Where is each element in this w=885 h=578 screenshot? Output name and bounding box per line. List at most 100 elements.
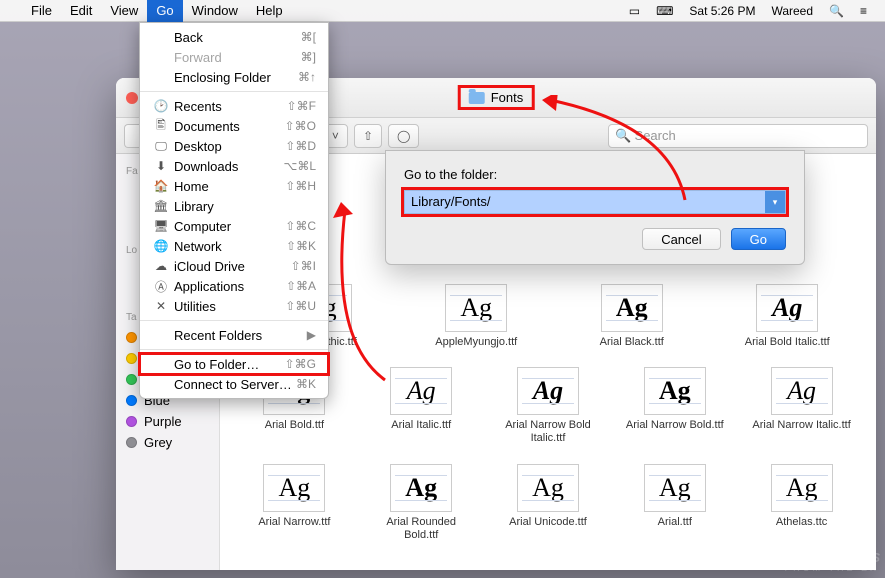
tags-button[interactable]: ◯ — [388, 124, 419, 148]
font-file[interactable]: AgArial Italic.ttf — [362, 367, 481, 445]
window-title-text: Fonts — [491, 90, 524, 105]
font-file[interactable]: Ag Arial Unicode.ttf — [489, 464, 608, 542]
tag-dot-icon — [126, 416, 137, 427]
font-file[interactable]: Ag AppleMyungjo.ttf — [403, 284, 551, 349]
font-preview-icon: Ag — [517, 464, 579, 512]
font-preview-icon: Ag — [756, 284, 818, 332]
dialog-label: Go to the folder: — [404, 167, 786, 182]
font-file[interactable]: Ag Arial Narrow.ttf — [235, 464, 354, 542]
share-button[interactable]: ⇧ — [354, 124, 382, 148]
font-preview-icon: Ag — [644, 367, 706, 415]
menu-item-library[interactable]: 🏛Library — [140, 196, 328, 216]
menu-edit[interactable]: Edit — [61, 0, 101, 22]
sidebar-tag[interactable]: Purple — [116, 411, 219, 432]
menu-item-network[interactable]: 🌐Network⇧⌘K — [140, 236, 328, 256]
clock-icon: 🕑 — [152, 99, 170, 113]
menu-file[interactable]: File — [22, 0, 61, 22]
font-preview-icon: Ag — [263, 464, 325, 512]
airplay-icon[interactable]: ▭ — [621, 4, 648, 18]
menu-item-documents[interactable]: 🖺Documents⇧⌘O — [140, 116, 328, 136]
go-button[interactable]: Go — [731, 228, 786, 250]
tag-dot-icon — [126, 395, 137, 406]
font-preview-icon: Ag — [644, 464, 706, 512]
font-preview-icon: Ag — [601, 284, 663, 332]
library-icon: 🏛 — [152, 199, 170, 213]
menu-item-applications[interactable]: ⒶApplications⇧⌘A — [140, 276, 328, 296]
dropdown-icon[interactable]: ▾ — [765, 191, 785, 213]
clock[interactable]: Sat 5:26 PM — [681, 4, 763, 18]
font-file[interactable]: Ag Arial Bold Italic.ttf — [714, 284, 862, 349]
font-preview-icon: Ag — [771, 464, 833, 512]
file-name: Arial Narrow Bold.ttf — [626, 419, 724, 432]
font-preview-icon: Ag — [771, 367, 833, 415]
notification-icon[interactable]: ≡ — [852, 4, 875, 18]
user-menu[interactable]: Wareed — [763, 4, 821, 18]
file-name: Arial Black.ttf — [600, 336, 664, 349]
menu-item-back[interactable]: Back⌘[ — [140, 27, 328, 47]
computer-icon: 🖥 — [152, 219, 170, 233]
watermark: APPUALS FROM THE EX — [785, 552, 879, 572]
font-preview-icon: Ag — [517, 367, 579, 415]
network-icon: 🌐 — [152, 239, 170, 253]
font-file[interactable]: Ag Arial Black.ttf — [558, 284, 706, 349]
search-icon[interactable]: 🔍 — [821, 4, 852, 18]
menu-item-recents[interactable]: 🕑Recents⇧⌘F — [140, 96, 328, 116]
file-name: AppleMyungjo.ttf — [435, 336, 517, 349]
font-file[interactable]: Ag Athelas.ttc — [742, 464, 861, 542]
home-icon: 🏠 — [152, 179, 170, 193]
document-icon: 🖺 — [152, 116, 170, 137]
desktop-icon: 🖵 — [152, 139, 170, 154]
font-file[interactable]: Ag Arial.ttf — [615, 464, 734, 542]
goto-folder-dialog: Go to the folder: Library/Fonts/ ▾ Cance… — [385, 150, 805, 265]
file-name: Arial Bold.ttf — [265, 419, 324, 432]
tag-dot-icon — [126, 437, 137, 448]
file-name: Arial Bold Italic.ttf — [745, 336, 830, 349]
menu-item-enclosing[interactable]: Enclosing Folder⌘↑ — [140, 67, 328, 87]
sidebar-tag[interactable]: Grey — [116, 432, 219, 453]
folder-icon — [469, 92, 485, 104]
cancel-button[interactable]: Cancel — [642, 228, 720, 250]
file-name: Arial Narrow Bold Italic.ttf — [498, 419, 598, 445]
folder-path-value[interactable]: Library/Fonts/ — [405, 191, 765, 213]
font-file[interactable]: Ag Arial Narrow Italic.ttf — [742, 367, 861, 445]
file-name: Arial Rounded Bold.ttf — [371, 516, 471, 542]
font-file[interactable]: Ag Arial Narrow Bold.ttf — [615, 367, 734, 445]
search-input[interactable]: 🔍 Search — [608, 124, 868, 148]
font-preview-icon: Ag — [390, 464, 452, 512]
folder-path-input[interactable]: Library/Fonts/ ▾ — [404, 190, 786, 214]
menu-item-home[interactable]: 🏠Home⇧⌘H — [140, 176, 328, 196]
file-name: Athelas.ttc — [776, 516, 827, 529]
menu-help[interactable]: Help — [247, 0, 292, 22]
file-name: Arial Unicode.ttf — [509, 516, 587, 529]
menu-go[interactable]: Go — [147, 0, 182, 22]
tag-dot-icon — [126, 332, 137, 343]
menu-item-desktop[interactable]: 🖵Desktop⇧⌘D — [140, 136, 328, 156]
menu-item-computer[interactable]: 🖥Computer⇧⌘C — [140, 216, 328, 236]
tag-dot-icon — [126, 374, 137, 385]
font-file[interactable]: Ag Arial Rounded Bold.ttf — [362, 464, 481, 542]
font-preview-icon: Ag — [445, 284, 507, 332]
menu-view[interactable]: View — [101, 0, 147, 22]
close-button[interactable] — [126, 92, 138, 104]
search-icon: 🔍 — [615, 128, 631, 144]
file-name: Arial Narrow.ttf — [258, 516, 330, 529]
file-name: Arial Narrow Italic.ttf — [752, 419, 850, 432]
menu-item-goto-folder[interactable]: Go to Folder…⇧⌘G — [140, 354, 328, 374]
tag-label: Purple — [144, 414, 182, 429]
menu-item-recent-folders[interactable]: Recent Folders▶ — [140, 325, 328, 345]
menu-window[interactable]: Window — [183, 0, 247, 22]
finder-title: Fonts — [461, 88, 532, 107]
font-file[interactable]: Ag Arial Narrow Bold Italic.ttf — [489, 367, 608, 445]
menu-item-icloud[interactable]: ☁iCloud Drive⇧⌘I — [140, 256, 328, 276]
menu-item-connect-server[interactable]: Connect to Server…⌘K — [140, 374, 328, 394]
file-name: Arial.ttf — [658, 516, 692, 529]
go-dropdown-menu: Back⌘[ Forward⌘] Enclosing Folder⌘↑ 🕑Rec… — [139, 22, 329, 399]
menu-item-utilities[interactable]: ✕Utilities⇧⌘U — [140, 296, 328, 316]
menu-item-downloads[interactable]: ⬇Downloads⌥⌘L — [140, 156, 328, 176]
tag-dot-icon — [126, 353, 137, 364]
file-name: Arial Italic.ttf — [391, 419, 451, 432]
menu-item-forward: Forward⌘] — [140, 47, 328, 67]
keyboard-icon[interactable]: ⌨ — [648, 4, 681, 18]
system-menubar: File Edit View Go Window Help ▭ ⌨ Sat 5:… — [0, 0, 885, 22]
download-icon: ⬇ — [152, 159, 170, 173]
